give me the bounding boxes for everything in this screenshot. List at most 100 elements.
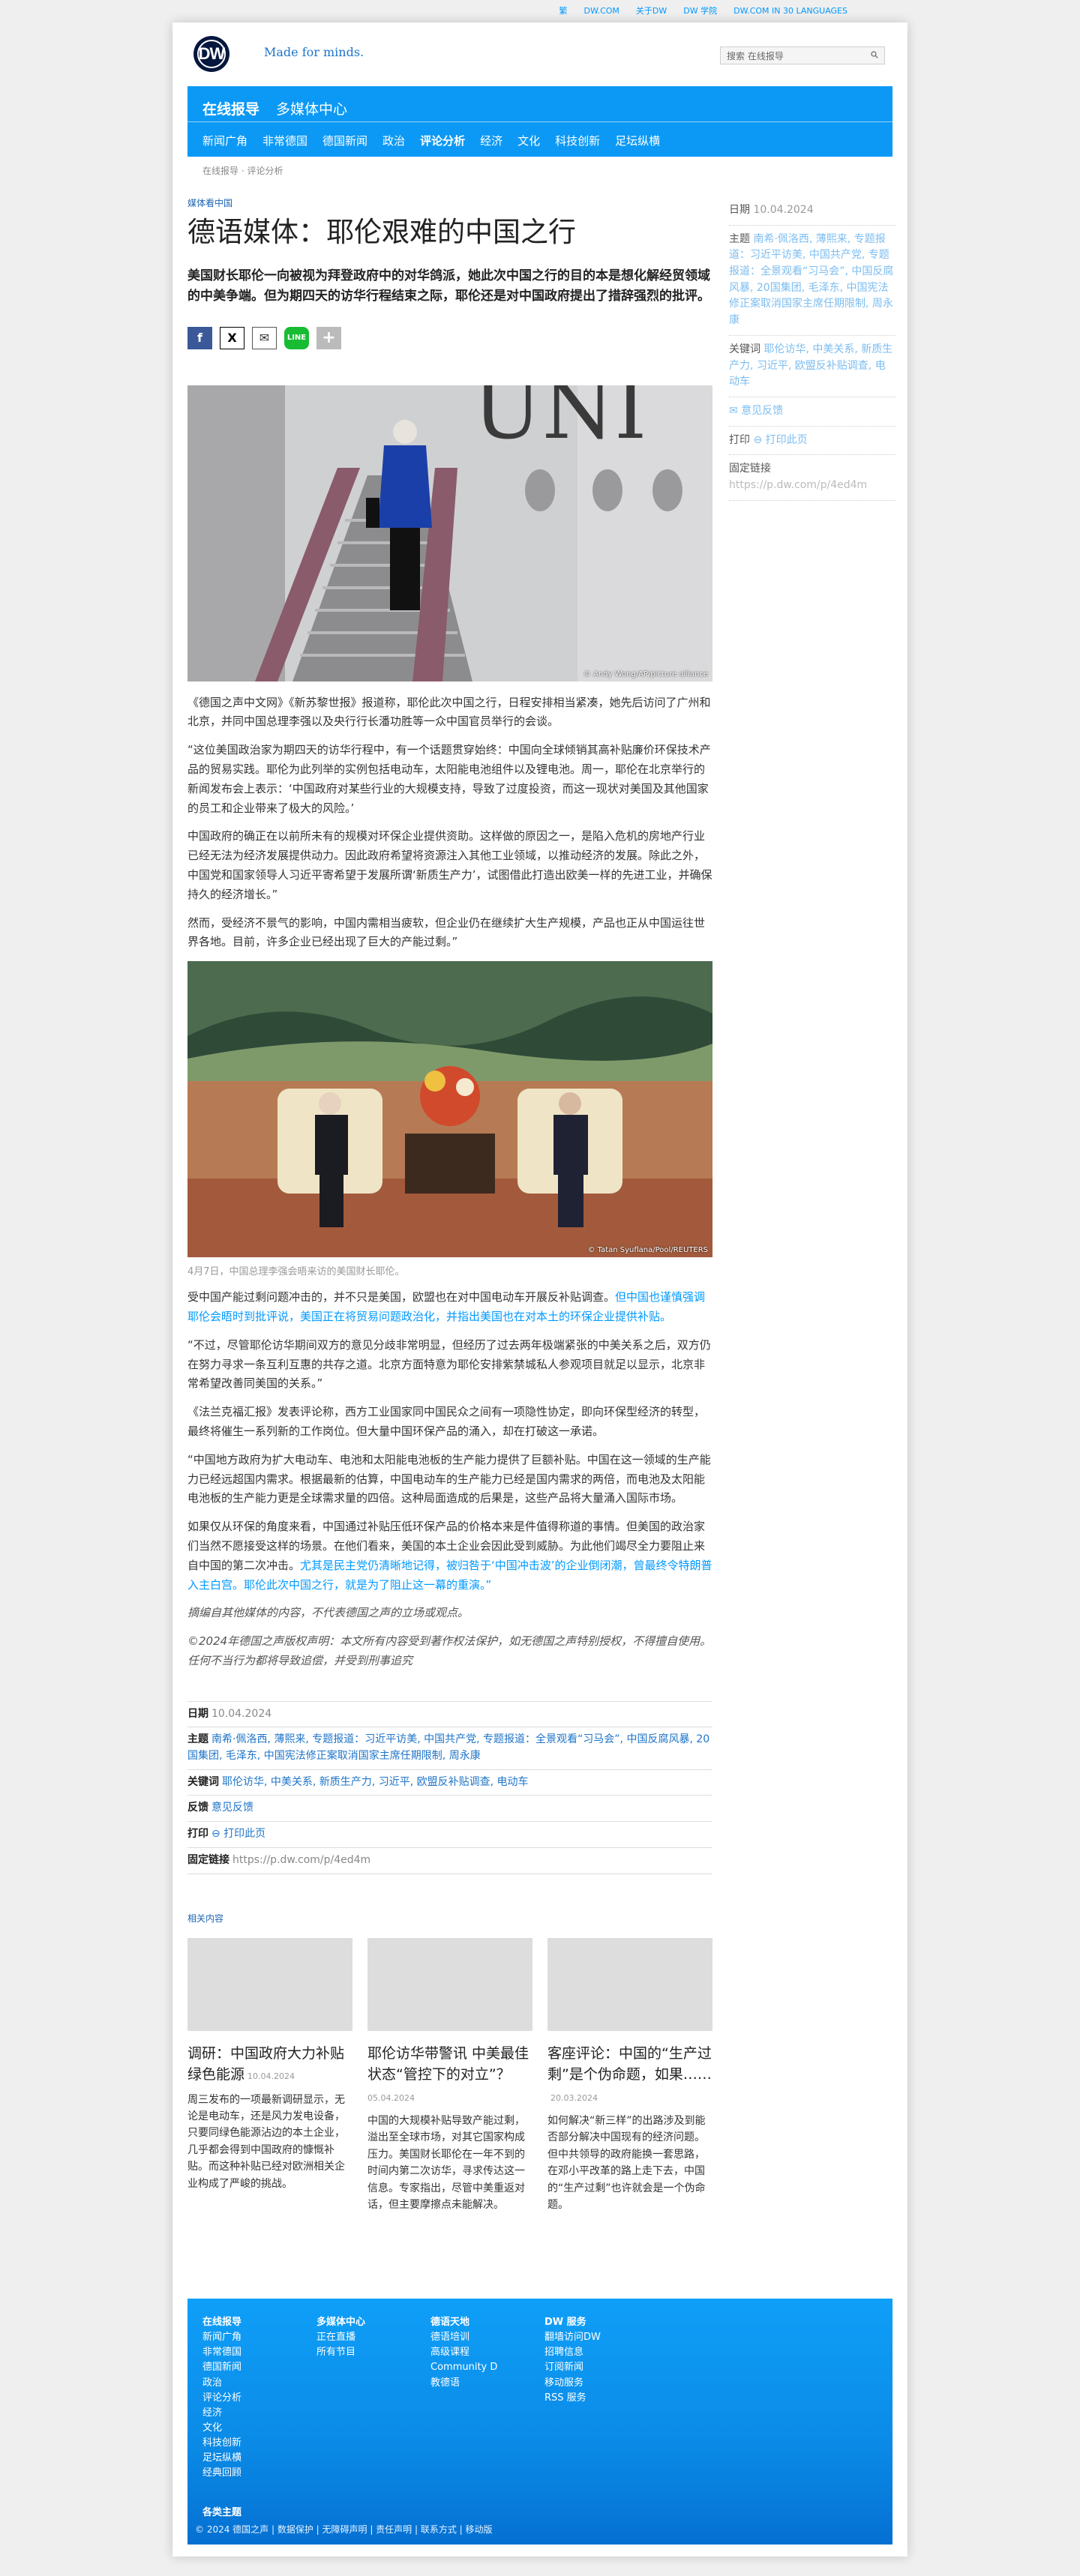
email-share-icon[interactable]: ✉ [252, 326, 277, 349]
article-paragraph: 如果仅从环保的角度来看，中国通过补贴压低环保产品的价格本来是件值得称道的事情。但… [188, 1517, 712, 1595]
dw-logo-mark: DW [194, 36, 230, 72]
footer-link[interactable]: 评论分析 [202, 2391, 316, 2406]
permalink-value[interactable]: https://p.dw.com/p/4ed4m [232, 1854, 370, 1866]
nav-tab-online[interactable]: 在线报导 [202, 98, 260, 121]
footer-col-media: 多媒体中心 正在直播 所有节目 [316, 2315, 430, 2482]
side-feedback: ✉ 意见反馈 [729, 397, 896, 427]
article-title: 德语媒体：耶伦艰难的中国之行 [188, 216, 576, 248]
article-lead: 美国财长耶伦一向被视为拜登政府中的对华鸽派，她此次中国之行的目的本是想化解经贸领… [188, 268, 710, 304]
side-topic-links[interactable]: 南希·佩洛西, 薄熙来, 专题报道：习近平访美, 中国共产党, 专题报道：全景观… [729, 233, 893, 326]
print-link[interactable]: 打印此页 [224, 1828, 266, 1840]
topbar-link-dwcom[interactable]: DW.COM [584, 6, 620, 16]
footer-link[interactable]: 订阅新闻 [544, 2360, 658, 2375]
article-meta: 日期 10.04.2024 主题 南希·佩洛西, 薄熙来, 专题报道：习近平访美, … [188, 1700, 712, 1874]
share-bar: f X ✉ LINE + [188, 326, 712, 349]
side-print-link[interactable]: 打印此页 [766, 434, 808, 446]
search-icon[interactable] [871, 50, 878, 61]
line-share-icon[interactable]: LINE [284, 326, 309, 349]
topbar-link-traditional[interactable]: 繁 [560, 4, 568, 16]
related-title[interactable]: 耶伦访华带警讯 中美最佳状态“管控下的对立”？ 05.04.2024 [368, 2043, 532, 2107]
keyword-links[interactable]: 耶伦访华, 中美关系, 新质生产力, 习近平, 欧盟反补贴调查, 电动车 [222, 1776, 529, 1788]
nav-item-tech[interactable]: 科技创新 [555, 133, 600, 148]
nav-item-politics[interactable]: 政治 [382, 133, 405, 148]
photo2-caption: 4月7日，中国总理李强会晤来访的美国财长耶伦。 [188, 1266, 405, 1278]
footer-link[interactable]: RSS 服务 [544, 2391, 658, 2406]
article-main: 媒体看中国 德语媒体：耶伦艰难的中国之行 美国财长耶伦一向被视为拜登政府中的对华… [188, 196, 712, 2213]
side-feedback-link[interactable]: 意见反馈 [741, 405, 783, 417]
article-paragraph: 中国政府的确正在以前所未有的规模对环保企业提供资助。这样做的原因之一，是陷入危机… [188, 829, 712, 901]
footer-link[interactable]: 新闻广角 [202, 2330, 316, 2345]
footer-link[interactable]: 经典回顾 [202, 2466, 316, 2481]
nav-item-football[interactable]: 足坛纵横 [615, 133, 660, 148]
related-summary: 如何解决“新三样”的出路涉及到能否部分解决中国现有的经济问题。但中共领导的政府能… [548, 2115, 706, 2211]
related-card[interactable]: 调研：中国政府大力补贴绿色能源 10.04.2024 周三发布的一项最新调研显示，… [188, 1937, 352, 2214]
footer-link[interactable]: 招聘信息 [544, 2345, 658, 2360]
top-utility-bar: 繁 DW.COM 关于DW DW 学院 DW.COM IN 30 LANGUAG… [0, 0, 1080, 21]
site-header: DW Made for minds. 搜索 在线报导 [172, 22, 908, 86]
article-paragraph: 受中国产能过剩问题冲击的，并不只是美国，欧盟也在对中国电动车开展反补贴调查。但中… [188, 1288, 712, 1327]
footer-copyright[interactable]: © 2024 德国之声 | 数据保护 | 无障碍声明 | 责任声明 | 联系方式… [195, 2523, 493, 2536]
article-paragraph: 《法兰克福汇报》发表评论称，西方工业国家同中国民众之间有一项隐性协定，即向环保型… [188, 1405, 706, 1438]
nav-tab-media[interactable]: 多媒体中心 [276, 98, 347, 121]
meta-date: 日期 10.04.2024 [188, 1702, 712, 1728]
copyright-note: ©2024年德国之声版权声明：本文所有内容受到著作权法保护，如无德国之声特别授权… [188, 1634, 712, 1667]
more-share-icon[interactable]: + [316, 326, 341, 349]
breadcrumb[interactable]: 在线报导 · 评论分析 [172, 157, 908, 184]
nav-secondary: 新闻广角 非常德国 德国新闻 政治 评论分析 经济 文化 科技创新 足坛纵横 [188, 122, 892, 148]
article-sidebar: 日期 10.04.2024 主题 南希·佩洛西, 薄熙来, 专题报道：习近平访美… [729, 196, 896, 501]
footer-link[interactable]: 移动服务 [544, 2376, 658, 2391]
footer-link[interactable]: 德国新闻 [202, 2360, 316, 2375]
paragraph-text: 受中国产能过剩问题冲击的，并不只是美国，欧盟也在对中国电动车开展反补贴调查。 [188, 1290, 616, 1304]
search-input[interactable]: 搜索 在线报导 [720, 46, 885, 64]
article-paragraph: “中国地方政府为扩大电动车、电池和太阳能电池板的生产能力提供了巨额补贴。中国在这… [188, 1452, 711, 1505]
related-title[interactable]: 调研：中国政府大力补贴绿色能源 10.04.2024 [188, 2043, 352, 2086]
main-navigation: 在线报导 多媒体中心 新闻广角 非常德国 德国新闻 政治 评论分析 经济 文化 … [188, 86, 892, 157]
nav-item-german-news[interactable]: 德国新闻 [322, 133, 368, 148]
facebook-share-icon[interactable]: f [188, 326, 212, 349]
nav-item-culture[interactable]: 文化 [518, 133, 540, 148]
footer-link[interactable]: 足坛纵横 [202, 2451, 316, 2466]
footer-link[interactable]: 政治 [202, 2376, 316, 2391]
side-keywords: 关键词 耶伦访华, 中美关系, 新质生产力, 习近平, 欧盟反补贴调查, 电动车 [729, 336, 896, 397]
footer-col-german: 德语天地 德语培训 高级课程 Community D 教德语 [430, 2315, 544, 2482]
related-thumbnail[interactable] [548, 1937, 712, 2031]
x-share-icon[interactable]: X [220, 326, 244, 349]
nav-item-news[interactable]: 新闻广角 [202, 133, 248, 148]
article-paragraph: “这位美国政治家为期四天的访华行程中，有一个话题贯穿始终：中国向全球倾销其高补贴… [188, 743, 711, 815]
footer-link[interactable]: 科技创新 [202, 2436, 316, 2451]
article-paragraph: “不过，尽管耶伦访华期间双方的意见分歧非常明显，但经历了过去两年极端紧张的中美关… [188, 1337, 711, 1391]
footer-link[interactable]: 德语培训 [430, 2330, 544, 2345]
article-photo-yellen-plane: UNI © Andy Wong/AP/picture alliance [188, 385, 712, 681]
article-kicker[interactable]: 媒体看中国 [188, 196, 712, 209]
footer-link[interactable]: 教德语 [430, 2376, 544, 2391]
dw-logo[interactable]: DW [194, 36, 254, 72]
related-heading: 相关内容 [188, 1913, 224, 1924]
footer-link[interactable]: 正在直播 [316, 2330, 430, 2345]
related-title[interactable]: 客座评论：中国的“生产过剩”是个伪命题，如果……20.03.2024 [548, 2043, 712, 2107]
related-thumbnail[interactable] [368, 1937, 532, 2031]
nav-item-germany[interactable]: 非常德国 [262, 133, 308, 148]
svg-text:UNI: UNI [472, 385, 646, 457]
topbar-link-academy[interactable]: DW 学院 [683, 4, 717, 16]
feedback-link[interactable]: 意见反馈 [212, 1802, 254, 1814]
topic-links[interactable]: 南希·佩洛西, 薄熙来, 专题报道：习近平访美, 中国共产党, 专题报道：全景观… [188, 1733, 710, 1762]
footer-topics-link[interactable]: 各类主题 [202, 2504, 878, 2518]
footer-link[interactable]: Community D [430, 2360, 544, 2375]
related-card[interactable]: 客座评论：中国的“生产过剩”是个伪命题，如果……20.03.2024 如何解决“… [548, 1937, 712, 2214]
article-photo-meeting: © Tatan Syuflana/Pool/REUTERS [188, 961, 712, 1258]
article-paragraph: 然而，受经济不景气的影响，中国内需相当疲软，但企业仍在继续扩大生产规模，产品也正… [188, 915, 706, 949]
topbar-link-about[interactable]: 关于DW [636, 4, 667, 16]
meta-topics: 主题 南希·佩洛西, 薄熙来, 专题报道：习近平访美, 中国共产党, 专题报道：全… [188, 1727, 712, 1770]
related-thumbnail[interactable] [188, 1937, 352, 2031]
footer-link[interactable]: 翻墙访问DW [544, 2330, 658, 2345]
nav-item-economy[interactable]: 经济 [480, 133, 502, 148]
nav-item-commentary[interactable]: 评论分析 [420, 133, 465, 148]
related-card[interactable]: 耶伦访华带警讯 中美最佳状态“管控下的对立”？ 05.04.2024 中国的大规模… [368, 1937, 532, 2214]
topbar-link-languages[interactable]: DW.COM IN 30 LANGUAGES [734, 6, 848, 16]
footer-link[interactable]: 所有节目 [316, 2345, 430, 2360]
footer-link[interactable]: 高级课程 [430, 2345, 544, 2360]
side-permalink-value[interactable]: https://p.dw.com/p/4ed4m [729, 479, 867, 491]
footer-link[interactable]: 文化 [202, 2421, 316, 2436]
footer-link[interactable]: 经济 [202, 2406, 316, 2421]
footer-link[interactable]: 非常德国 [202, 2345, 316, 2360]
